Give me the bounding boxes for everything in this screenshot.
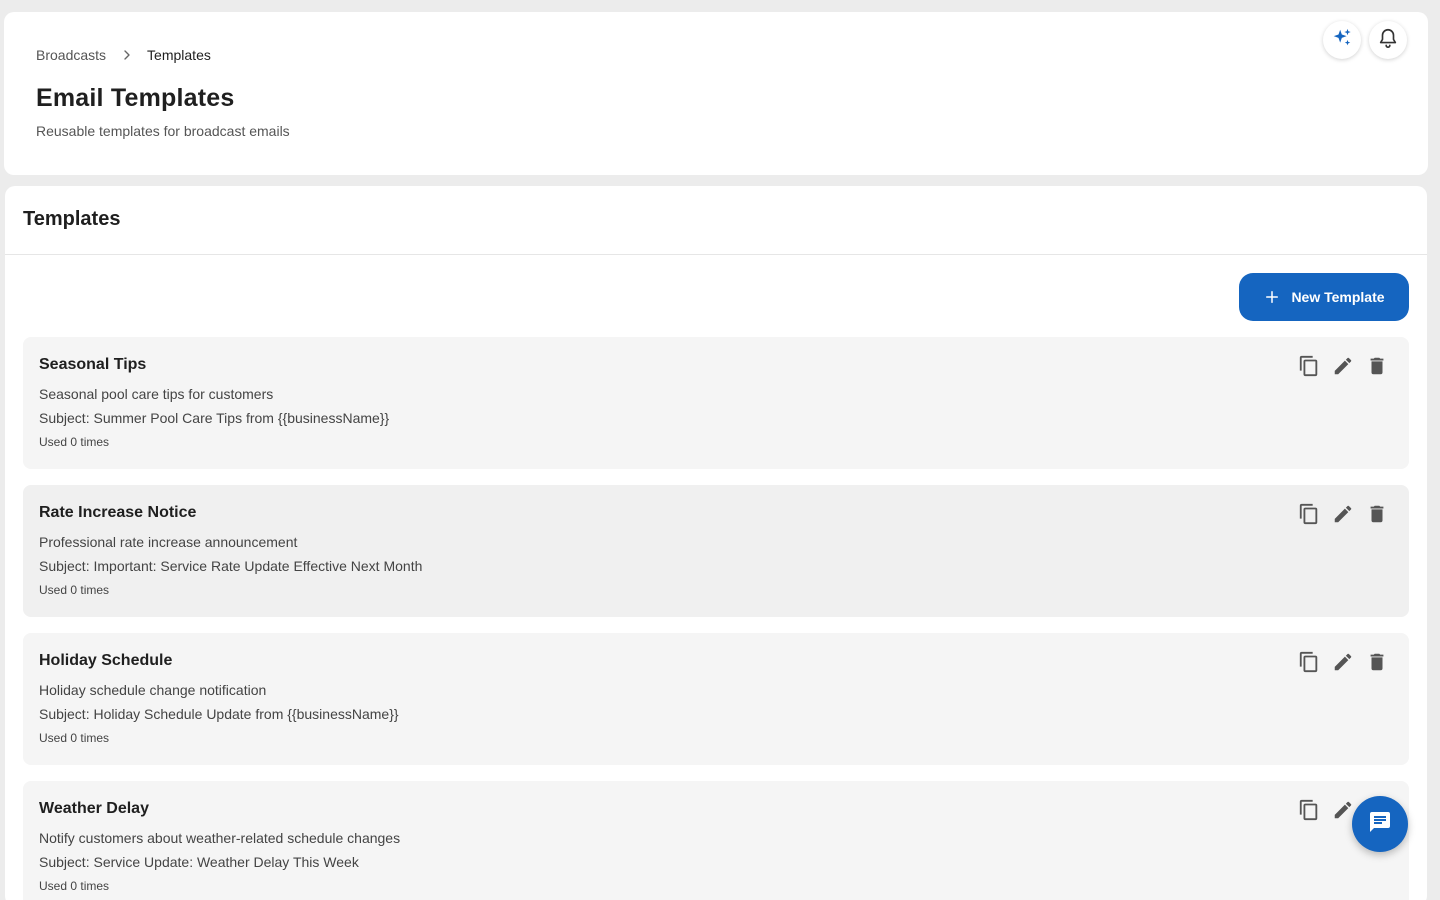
- delete-template-button[interactable]: [1365, 652, 1389, 676]
- copy-icon: [1298, 355, 1320, 382]
- trash-icon: [1366, 651, 1388, 678]
- trash-icon: [1366, 503, 1388, 530]
- chat-icon: [1368, 810, 1392, 839]
- pencil-icon: [1332, 651, 1354, 678]
- page-subtitle: Reusable templates for broadcast emails: [36, 123, 290, 139]
- template-usage-count: Used 0 times: [39, 731, 110, 745]
- page-header: Broadcasts Templates Email Templates Reu…: [4, 12, 1428, 175]
- template-name: Weather Delay: [39, 800, 149, 817]
- page: Broadcasts Templates Email Templates Reu…: [0, 0, 1440, 900]
- template-description: Notify customers about weather-related s…: [39, 830, 401, 846]
- trash-icon: [1366, 355, 1388, 382]
- sparkle-icon: [1331, 27, 1353, 54]
- template-card[interactable]: Rate Increase Notice Professional rate i…: [23, 485, 1409, 617]
- template-card[interactable]: Weather Delay Notify customers about wea…: [23, 781, 1409, 900]
- template-actions: [1297, 651, 1389, 678]
- breadcrumb-current: Templates: [147, 47, 211, 63]
- pencil-icon: [1332, 355, 1354, 382]
- template-description: Seasonal pool care tips for customers: [39, 386, 274, 402]
- duplicate-template-button[interactable]: [1297, 355, 1321, 382]
- bell-icon: [1377, 27, 1399, 54]
- template-usage-count: Used 0 times: [39, 583, 110, 597]
- edit-template-button[interactable]: [1331, 652, 1355, 676]
- pencil-icon: [1332, 799, 1354, 826]
- new-template-label: New Template: [1291, 289, 1385, 305]
- delete-template-button[interactable]: [1365, 504, 1389, 528]
- template-subject: Subject: Important: Service Rate Update …: [39, 558, 423, 574]
- duplicate-template-button[interactable]: [1297, 651, 1321, 678]
- page-title: Email Templates: [36, 84, 235, 112]
- template-description: Holiday schedule change notification: [39, 682, 267, 698]
- breadcrumb: Broadcasts Templates: [36, 47, 211, 63]
- template-description: Professional rate increase announcement: [39, 534, 298, 550]
- ai-assistant-button[interactable]: [1323, 21, 1361, 59]
- template-name: Rate Increase Notice: [39, 504, 197, 521]
- template-usage-count: Used 0 times: [39, 879, 110, 893]
- template-name: Holiday Schedule: [39, 652, 173, 669]
- template-subject: Subject: Holiday Schedule Update from {{…: [39, 706, 399, 722]
- delete-template-button[interactable]: [1365, 356, 1389, 380]
- notifications-button[interactable]: [1369, 21, 1407, 59]
- template-card[interactable]: Holiday Schedule Holiday schedule change…: [23, 633, 1409, 765]
- template-actions: [1297, 503, 1389, 530]
- copy-icon: [1298, 651, 1320, 678]
- copy-icon: [1298, 799, 1320, 826]
- edit-template-button[interactable]: [1331, 356, 1355, 380]
- divider: [5, 254, 1427, 255]
- new-template-button[interactable]: New Template: [1239, 273, 1409, 321]
- chat-fab-button[interactable]: [1352, 796, 1408, 852]
- duplicate-template-button[interactable]: [1297, 503, 1321, 530]
- template-subject: Subject: Summer Pool Care Tips from {{bu…: [39, 410, 390, 426]
- pencil-icon: [1332, 503, 1354, 530]
- edit-template-button[interactable]: [1331, 504, 1355, 528]
- template-actions: [1297, 355, 1389, 382]
- templates-panel: Templates New Template Seasonal Tips Sea…: [5, 186, 1427, 900]
- template-subject: Subject: Service Update: Weather Delay T…: [39, 854, 359, 870]
- template-name: Seasonal Tips: [39, 356, 147, 373]
- template-card[interactable]: Seasonal Tips Seasonal pool care tips fo…: [23, 337, 1409, 469]
- chevron-right-icon: [119, 47, 135, 63]
- section-title: Templates: [23, 208, 121, 230]
- duplicate-template-button[interactable]: [1297, 799, 1321, 826]
- copy-icon: [1298, 503, 1320, 530]
- template-usage-count: Used 0 times: [39, 435, 110, 449]
- breadcrumb-broadcasts-link[interactable]: Broadcasts: [36, 47, 106, 63]
- plus-icon: [1263, 288, 1281, 306]
